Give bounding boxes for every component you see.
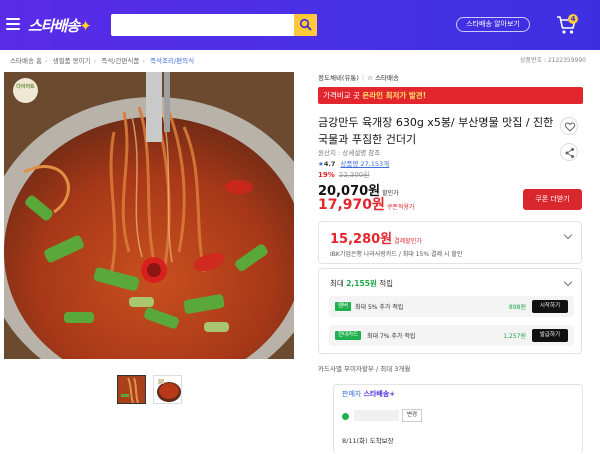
search-icon [299, 18, 312, 31]
product-main-image[interactable] [4, 72, 294, 359]
share-icon[interactable] [560, 143, 578, 161]
reward-row: 현대카드 최대 7% 추가 적립 1,257원 발급하기 [329, 325, 574, 346]
reward-text: 최대 5% 추가 적립 [355, 304, 404, 311]
search-input[interactable] [111, 14, 317, 36]
breadcrumb-item-current[interactable]: 즉석조리/편의식 [150, 55, 194, 65]
delivery-date: 8/11(화) 도착보장 [342, 437, 394, 445]
change-address-button[interactable]: 변경 [402, 409, 422, 422]
reward-tag: 멤버 [335, 302, 352, 311]
product-number: 상품번호 : 2122359990 [519, 57, 586, 64]
rewards-title: 최대 2,155원 적립 [330, 279, 393, 288]
review-count-link[interactable]: 상품평 27,153개 [340, 160, 389, 168]
rewards-box: 최대 2,155원 적립 멤버 최대 5% 추가 적립 898원 시작하기 현대… [318, 268, 582, 354]
reward-issue-button[interactable]: 발급하기 [532, 329, 568, 342]
origin-info: 원산지 : 상세설명 참조 [318, 149, 381, 157]
product-thumbnail[interactable] [117, 375, 146, 404]
breadcrumb-item[interactable]: 생필품 몽이기 [53, 55, 91, 65]
star-delivery-tag: ☆ 스타배송 [367, 74, 399, 82]
original-price: 22,300원 [338, 171, 370, 179]
lowest-price-banner[interactable]: 가격비교 곳 온라인 최저가 발견! [318, 87, 583, 104]
get-more-coupons-button[interactable]: 쿠폰 더받기 [523, 189, 582, 210]
delivery-seller: 판매자 스타배송+ [342, 390, 396, 398]
logo-text: 스타배송 [28, 17, 80, 35]
top-header: 스타배송✦ 스타배송 알아보기 4 [0, 0, 600, 50]
card-discount-price: 15,280원 결제할인가 [330, 232, 422, 247]
coupon-price: 17,970원 [318, 197, 385, 213]
seller-tag[interactable]: 정도채비(유통) [318, 74, 359, 82]
reward-tag: 현대카드 [335, 331, 362, 340]
discount-row: 19% 22,300원 [318, 170, 370, 180]
search-button[interactable] [294, 14, 317, 36]
rating-row: ★4.7 상품평 27,153개 [318, 158, 389, 168]
chevron-down-icon[interactable] [563, 277, 573, 287]
product-title: 금강만두 육개장 630g x5봉/ 부산명물 맛집 / 진한 국물과 푸짐한 … [318, 116, 554, 146]
coupon-price-label: 쿠폰적용가 [386, 204, 415, 211]
cart-count-badge: 4 [568, 14, 578, 24]
breadcrumb-item[interactable]: 즉석/간편식품 [101, 55, 139, 65]
card-discount-desc: IBK기업은행 나라사랑카드 / 최대 15% 결제 시 할인 [330, 251, 463, 258]
chevron-down-icon[interactable] [563, 230, 573, 240]
breadcrumb-item[interactable]: 스타배송 홈 [10, 55, 42, 65]
breadcrumb: 스타배송 홈 › 생필품 몽이기 › 즉석/간편식품 › 즉석조리/편의식 [10, 55, 195, 65]
menu-icon[interactable] [6, 18, 20, 30]
installment-info: 카드사별 무이자할부 / 최대 3개월 [318, 365, 411, 373]
diet-badge: 다이어트 [13, 78, 38, 103]
reward-row: 멤버 최대 5% 추가 적립 898원 시작하기 [329, 296, 574, 317]
reward-points: 1,257원 [503, 333, 526, 340]
wishlist-heart-icon[interactable] [560, 117, 578, 135]
reward-start-button[interactable]: 시작하기 [532, 300, 568, 313]
delivery-box: 판매자 스타배송+ 변경 8/11(화) 도착보장 [333, 384, 583, 454]
card-discount-box[interactable]: 15,280원 결제할인가 IBK기업은행 나라사랑카드 / 최대 15% 결제 … [318, 221, 582, 264]
discount-percent: 19% [318, 171, 335, 179]
product-tags: 정도채비(유통) | ☆ 스타배송 [318, 74, 399, 82]
star-delivery-info-button[interactable]: 스타배송 알아보기 [456, 17, 530, 32]
coupon-price-row: 17,970원 쿠폰적용가 [318, 194, 415, 214]
logo-star-icon: ✦ [79, 17, 92, 35]
site-logo[interactable]: 스타배송✦ [28, 15, 92, 36]
rating-value: 4.7 [323, 160, 336, 168]
location-pin-icon [342, 413, 349, 420]
product-thumbnail[interactable] [153, 375, 182, 404]
reward-text: 최대 7% 추가 적립 [367, 333, 416, 340]
reward-points: 898원 [509, 304, 526, 311]
address-field[interactable] [354, 410, 399, 421]
